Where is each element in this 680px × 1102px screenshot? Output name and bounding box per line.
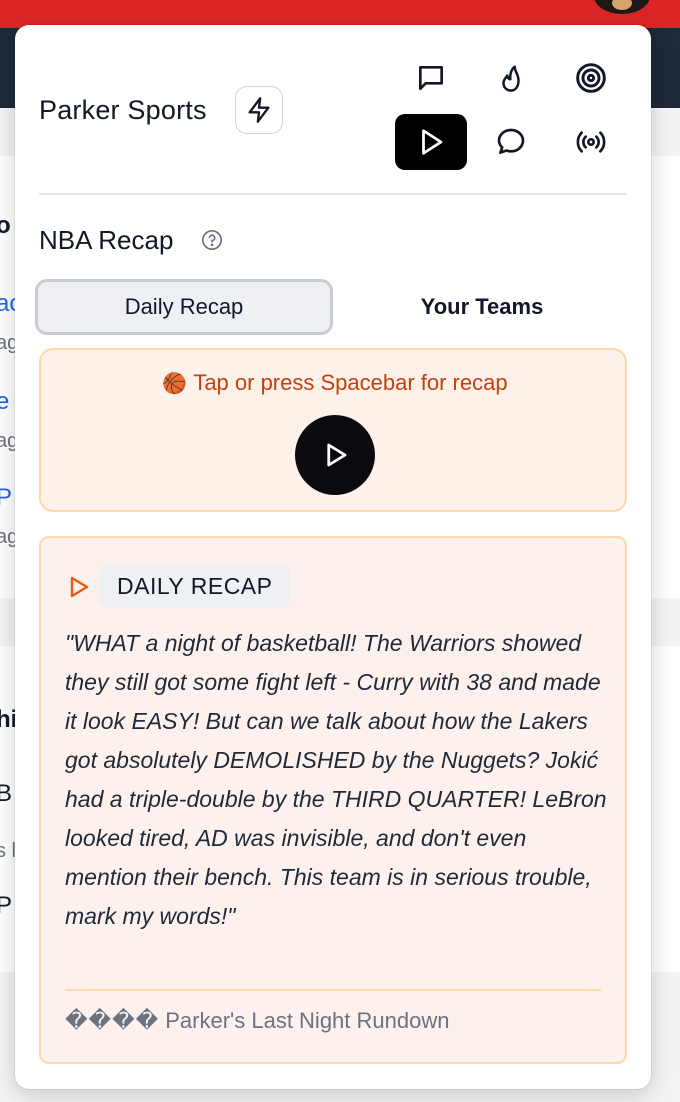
background-text: B: [0, 780, 13, 807]
tab-daily-recap[interactable]: Daily Recap: [35, 279, 333, 335]
play-recap-button[interactable]: [295, 415, 375, 495]
flame-icon: [502, 65, 520, 92]
tap-instruction-text: Tap or press Spacebar for recap: [193, 370, 508, 395]
brand-title: Parker Sports: [39, 95, 207, 125]
daily-recap-card: DAILY RECAP "WHAT a night of basketball!…: [39, 536, 627, 1064]
header-divider: [39, 193, 627, 195]
background-text: P: [0, 892, 13, 919]
section-title: NBA Recap: [39, 225, 174, 255]
background-top-bar: [0, 0, 680, 28]
background-link[interactable]: P: [0, 484, 12, 512]
comments-button[interactable]: [395, 50, 467, 106]
background-text: o: [0, 212, 11, 239]
sports-popup-panel: Parker Sports NBA Recap Daily Recap Your…: [15, 25, 651, 1089]
recap-badge: DAILY RECAP: [99, 564, 291, 608]
tab-your-teams[interactable]: Your Teams: [333, 279, 631, 335]
targets-button[interactable]: [555, 50, 627, 106]
recap-divider: [65, 989, 601, 991]
chat-square-icon: [419, 66, 443, 90]
play-icon: [422, 129, 443, 155]
byline-text: Parker's Last Night Rundown: [165, 1008, 450, 1033]
byline-glyphs: ����: [65, 1008, 160, 1033]
lightning-bolt-icon: [248, 97, 270, 123]
live-button[interactable]: [555, 114, 627, 170]
background-link[interactable]: e: [0, 388, 9, 416]
tap-to-play-card[interactable]: 🏀 Tap or press Spacebar for recap: [39, 348, 627, 512]
play-outline-icon: [70, 576, 89, 598]
play-icon: [327, 443, 347, 467]
background-text: s l: [0, 840, 16, 862]
broadcast-icon: [576, 131, 606, 153]
tap-instruction: 🏀 Tap or press Spacebar for recap: [41, 370, 629, 396]
recap-quote: "WHAT a night of basketball! The Warrior…: [65, 630, 607, 929]
question-circle-icon[interactable]: [201, 229, 223, 251]
target-icon: [576, 63, 606, 93]
recap-play-tab-button[interactable]: [395, 114, 467, 170]
recap-byline: ���� Parker's Last Night Rundown: [65, 1008, 449, 1034]
trending-button[interactable]: [475, 50, 547, 106]
chat-bubble-icon: [497, 128, 525, 154]
quick-action-button[interactable]: [235, 86, 283, 134]
basketball-icon: 🏀: [162, 373, 188, 395]
chat-button[interactable]: [475, 114, 547, 170]
